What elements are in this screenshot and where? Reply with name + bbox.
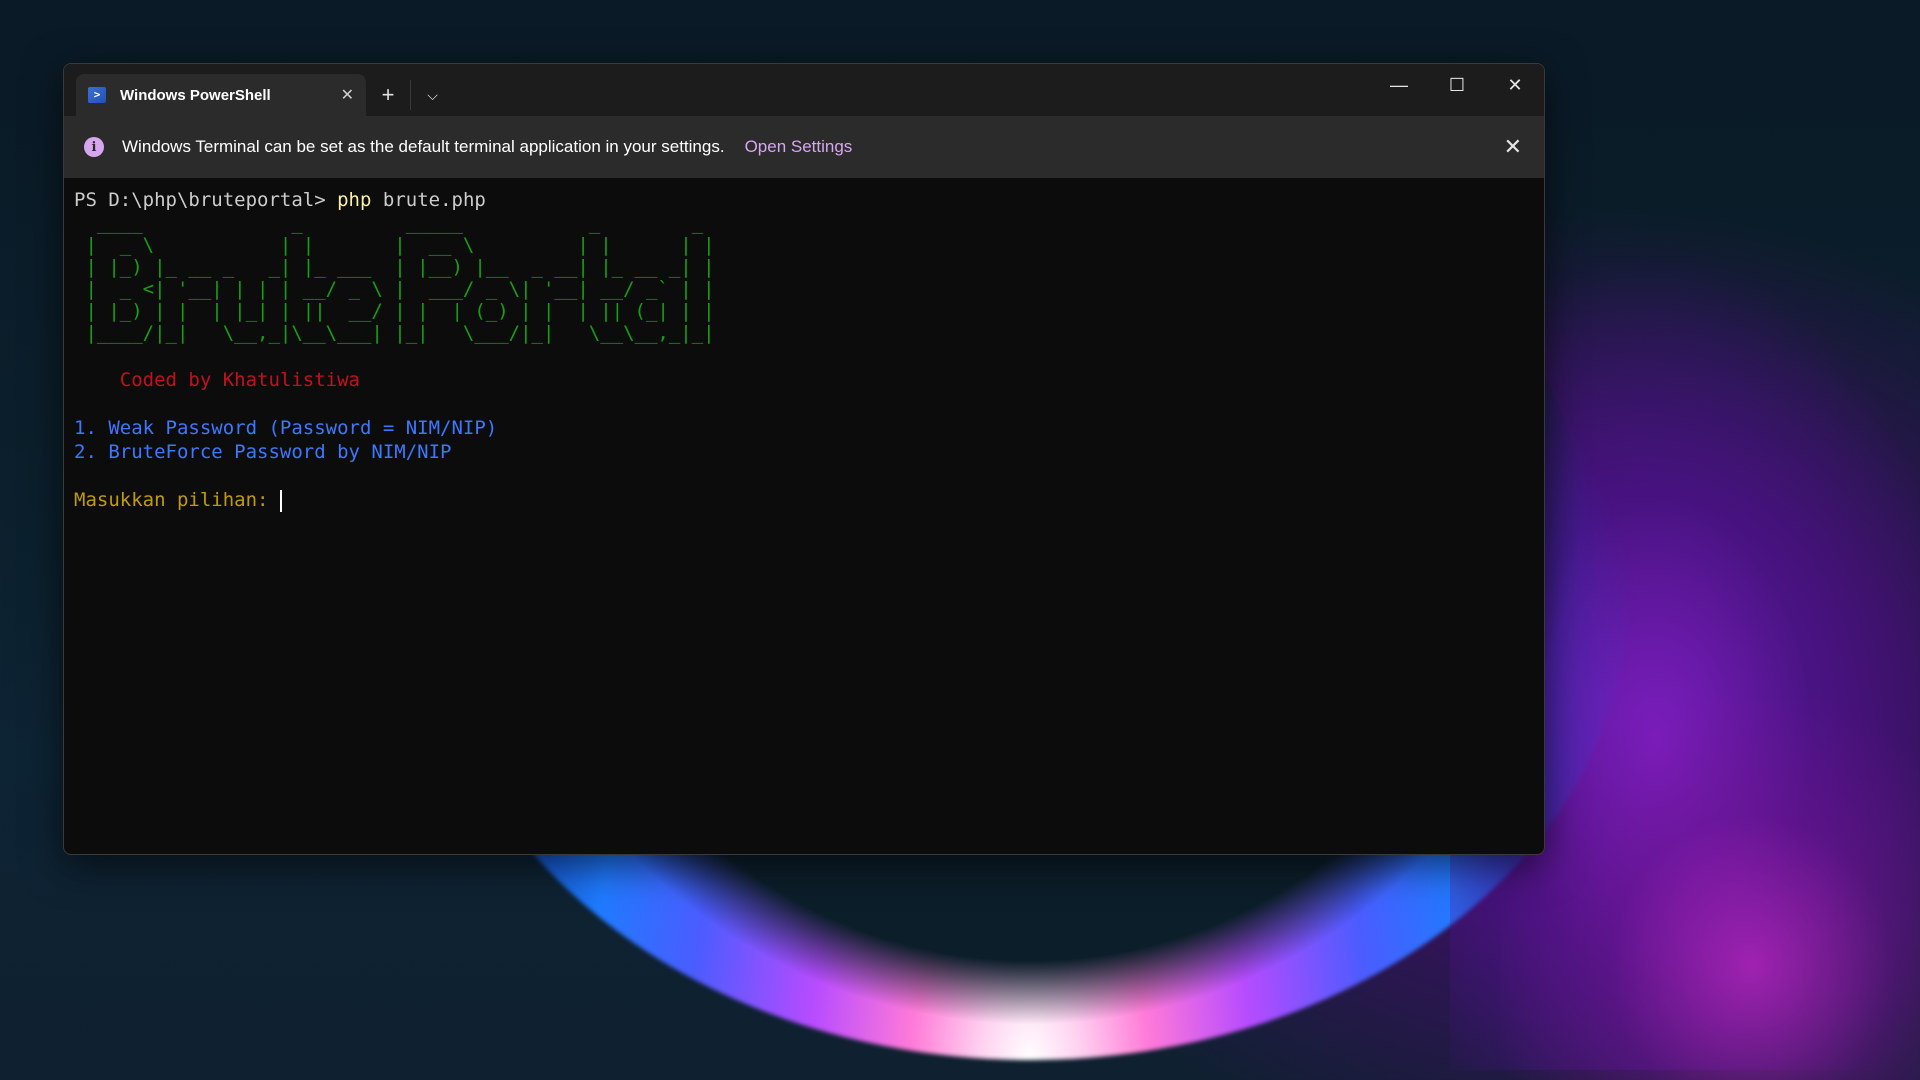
ascii-art-line: | _ \ | | | __ \ | | | |: [74, 234, 715, 256]
ascii-art-line: |____/|_| \__,_|\__\___| |_| \___/|_| \_…: [74, 322, 715, 344]
infobar-message: Windows Terminal can be set as the defau…: [122, 137, 725, 156]
new-tab-button[interactable]: +: [366, 74, 410, 116]
ascii-art-line: | _ <| '__| | | | __/ _ \ | ___/ _ \| '_…: [74, 278, 715, 300]
input-prompt: Masukkan pilihan:: [74, 489, 280, 511]
command-line: PS D:\php\bruteportal> php brute.php: [74, 188, 1534, 212]
ascii-art-banner: ____ _ _____ _ _ | _ \ | | | __ \ | | | …: [74, 212, 1534, 344]
terminal-window: > Windows PowerShell ✕ + ⌵ — ☐ ✕ i Windo…: [63, 63, 1545, 855]
minimize-button[interactable]: —: [1370, 64, 1428, 106]
menu-option: 2. BruteForce Password by NIM/NIP: [74, 441, 452, 463]
infobar-close-icon[interactable]: ✕: [1504, 134, 1522, 160]
text-cursor: [279, 489, 282, 512]
menu-option: 1. Weak Password (Password = NIM/NIP): [74, 417, 498, 439]
console-output[interactable]: PS D:\php\bruteportal> php brute.php ___…: [64, 178, 1544, 522]
coded-by-line: Coded by Khatulistiwa: [74, 369, 360, 391]
ascii-art-line: | |_) | | | |_| | || __/ | | | (_) | | |…: [74, 300, 715, 322]
tab-close-icon[interactable]: ✕: [341, 85, 354, 105]
window-controls: — ☐ ✕: [1370, 64, 1544, 106]
title-bar[interactable]: > Windows PowerShell ✕ + ⌵ — ☐ ✕: [64, 64, 1544, 116]
command-argument: brute.php: [371, 189, 486, 211]
open-settings-link[interactable]: Open Settings: [745, 137, 853, 157]
wallpaper-glow-bottom: [1500, 700, 1920, 1080]
command-name: php: [337, 189, 372, 211]
ascii-art-line: ____ _ _____ _ _: [74, 212, 715, 234]
powershell-icon: >: [88, 87, 106, 103]
ascii-art-line: | |_) |_ __ _ _| |_ ___ | |__) |__ _ __|…: [74, 256, 715, 278]
chevron-down-icon[interactable]: ⌵: [410, 80, 454, 110]
tab-title: Windows PowerShell: [120, 86, 271, 104]
info-icon: i: [84, 137, 104, 157]
maximize-button[interactable]: ☐: [1428, 64, 1486, 106]
tab-windows-powershell[interactable]: > Windows PowerShell ✕: [76, 74, 366, 116]
default-terminal-infobar: i Windows Terminal can be set as the def…: [64, 116, 1544, 178]
shell-prompt: PS D:\php\bruteportal>: [74, 189, 338, 211]
input-line[interactable]: Masukkan pilihan:: [74, 488, 1534, 512]
close-button[interactable]: ✕: [1486, 64, 1544, 106]
